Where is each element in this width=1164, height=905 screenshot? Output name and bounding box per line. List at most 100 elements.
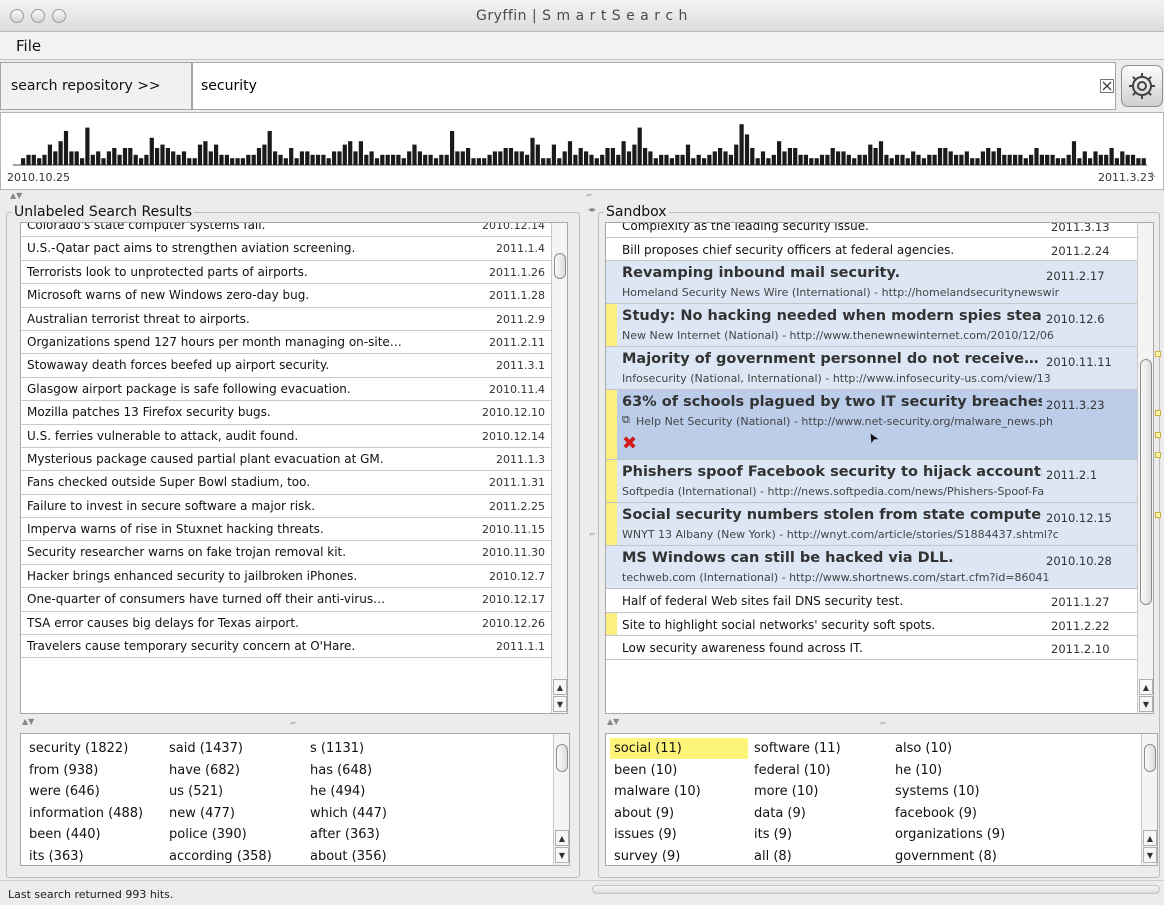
table-row[interactable]: Travelers cause temporary security conce… [21, 635, 567, 659]
word-count-item[interactable]: which (447) [306, 803, 387, 824]
table-row[interactable]: Security researcher warns on fake trojan… [21, 541, 567, 565]
word-counts-scrollbar[interactable]: ▲ ▼ [553, 734, 569, 865]
sandbox-row[interactable]: Study: No hacking needed when modern spi… [606, 304, 1153, 348]
search-input[interactable] [192, 62, 1116, 110]
word-count-item[interactable]: been (10) [610, 760, 677, 781]
sandbox-row[interactable]: MS Windows can still be hacked via DLL. 2… [606, 546, 1153, 590]
unlabeled-results-list[interactable]: Colorado's state computer systems fail. 2… [20, 222, 568, 714]
scroll-thumb[interactable] [554, 253, 566, 279]
word-count-item[interactable]: us (521) [165, 781, 223, 802]
scroll-down-arrow-icon[interactable]: ▼ [555, 847, 569, 863]
word-count-item[interactable]: its (9) [750, 824, 792, 845]
word-count-item[interactable]: social (11) [610, 738, 748, 759]
word-count-item[interactable]: information (488) [25, 803, 143, 824]
table-row[interactable]: Microsoft warns of new Windows zero-day … [21, 284, 567, 308]
word-count-item[interactable]: been (440) [25, 824, 101, 845]
word-count-item[interactable]: have (682) [165, 760, 240, 781]
timeline-end-handle-icon[interactable]: △ [1149, 169, 1155, 178]
table-row[interactable]: Terrorists look to unprotected parts of … [21, 260, 567, 285]
word-count-item[interactable]: he (10) [891, 760, 942, 781]
word-count-item[interactable]: security (1822) [25, 738, 128, 759]
table-row[interactable]: Imperva warns of rise in Stuxnet hacking… [21, 518, 567, 542]
word-count-item[interactable]: about (356) [306, 846, 387, 866]
word-count-item[interactable]: software (11) [750, 738, 841, 759]
word-counts-scrollbar[interactable]: ▲ ▼ [1141, 734, 1157, 865]
word-count-item[interactable]: also (10) [891, 738, 952, 759]
word-count-item[interactable]: more (10) [750, 781, 819, 802]
word-count-item[interactable]: s (1131) [306, 738, 364, 759]
splitter-grip-icon[interactable]: ⌐ [586, 191, 593, 200]
word-count-item[interactable]: survey (9) [610, 846, 680, 866]
table-row[interactable]: Stowaway death forces beefed up airport … [21, 354, 567, 378]
scroll-up-arrow-icon[interactable]: ▲ [553, 679, 567, 695]
table-row[interactable]: Glasgow airport package is safe followin… [21, 377, 567, 402]
word-count-item[interactable]: said (1437) [165, 738, 243, 759]
splitter-collapse-icon[interactable]: ◂▸ [588, 205, 596, 214]
settings-button[interactable] [1121, 65, 1163, 107]
word-count-item[interactable]: federal (10) [750, 760, 831, 781]
word-count-item[interactable]: after (363) [306, 824, 380, 845]
word-count-item[interactable]: about (9) [610, 803, 674, 824]
table-row[interactable]: U.S. ferries vulnerable to attack, audit… [21, 424, 567, 448]
table-row[interactable]: U.S.-Qatar pact aims to strengthen aviat… [21, 237, 567, 261]
sandbox-scrollbar[interactable]: ▲ ▼ [1137, 223, 1153, 713]
table-row[interactable]: Colorado's state computer systems fail. 2… [21, 223, 567, 238]
word-count-item[interactable]: organizations (9) [891, 824, 1005, 845]
table-row[interactable]: Failure to invest in secure software a m… [21, 494, 567, 519]
table-row[interactable]: Organizations spend 127 hours per month … [21, 330, 567, 355]
word-count-item[interactable]: data (9) [750, 803, 806, 824]
word-count-item[interactable]: all (8) [750, 846, 792, 866]
table-row[interactable]: TSA error causes big delays for Texas ai… [21, 611, 567, 636]
sandbox-row[interactable]: Low security awareness found across IT. 2… [606, 636, 1153, 660]
table-row[interactable]: Australian terrorist threat to airports.… [21, 307, 567, 331]
splitter-arrows-icon[interactable]: ▲▼ [10, 191, 22, 200]
unlabeled-results-scrollbar[interactable]: ▲ ▼ [551, 223, 567, 713]
left-splitter-arrows-icon[interactable]: ▲▼ [22, 717, 34, 726]
sandbox-splitter-grip-icon[interactable]: ⌐ [880, 719, 887, 728]
sandbox-row[interactable]: Half of federal Web sites fail DNS secur… [606, 589, 1153, 613]
sandbox-splitter-arrows-icon[interactable]: ▲▼ [607, 717, 619, 726]
table-row[interactable]: Fans checked outside Super Bowl stadium,… [21, 471, 567, 495]
word-count-item[interactable]: systems (10) [891, 781, 980, 802]
remove-icon[interactable]: ✖ [622, 433, 637, 454]
scroll-up-arrow-icon[interactable]: ▲ [1139, 679, 1153, 695]
word-count-item[interactable]: facebook (9) [891, 803, 977, 824]
word-count-item[interactable]: police (390) [165, 824, 247, 845]
sandbox-row[interactable]: 63% of schools plagued by two IT securit… [606, 390, 1153, 461]
unlabeled-word-counts[interactable]: security (1822) said (1437) s (1131) from (… [20, 733, 570, 866]
sandbox-word-counts[interactable]: social (11) software (11) also (10) been (1… [605, 733, 1158, 866]
word-count-item[interactable]: according (358) [165, 846, 272, 866]
clear-search-icon[interactable] [1100, 79, 1114, 93]
left-splitter-grip-icon[interactable]: ⌐ [290, 719, 297, 728]
word-count-item[interactable]: were (646) [25, 781, 100, 802]
table-row[interactable]: One-quarter of consumers have turned off… [21, 588, 567, 612]
external-link-icon[interactable]: ⧉ [622, 413, 630, 427]
word-count-item[interactable]: its (363) [25, 846, 84, 866]
scroll-down-arrow-icon[interactable]: ▼ [553, 696, 567, 712]
sandbox-row[interactable]: Majority of government personnel do not … [606, 347, 1153, 391]
sandbox-row[interactable]: Social security numbers stolen from stat… [606, 503, 1153, 547]
table-row[interactable]: Hacker brings enhanced security to jailb… [21, 564, 567, 589]
table-row[interactable]: Mozilla patches 13 Firefox security bugs… [21, 401, 567, 425]
word-count-item[interactable]: government (8) [891, 846, 997, 866]
sandbox-row[interactable]: Phishers spoof Facebook security to hija… [606, 460, 1153, 504]
sandbox-row[interactable]: Revamping inbound mail security. 2011.2.1… [606, 261, 1153, 305]
center-splitter-grip-icon[interactable]: ⌐ [589, 530, 596, 539]
sandbox-row[interactable]: Complexity as the leading security issue… [606, 223, 1153, 238]
word-count-item[interactable]: issues (9) [610, 824, 677, 845]
sandbox-list[interactable]: Complexity as the leading security issue… [605, 222, 1154, 714]
word-count-item[interactable]: he (494) [306, 781, 365, 802]
timeline-histogram[interactable]: 2010.10.25 2011.3.23 △ [0, 112, 1164, 190]
word-count-item[interactable]: malware (10) [610, 781, 701, 802]
scroll-thumb[interactable] [1144, 744, 1156, 772]
sandbox-row[interactable]: Bill proposes chief security officers at… [606, 237, 1153, 262]
scroll-down-arrow-icon[interactable]: ▼ [1139, 696, 1153, 712]
menu-file[interactable]: File [16, 37, 41, 55]
scroll-up-arrow-icon[interactable]: ▲ [1143, 830, 1157, 846]
scroll-up-arrow-icon[interactable]: ▲ [555, 830, 569, 846]
table-row[interactable]: Mysterious package caused partial plant … [21, 447, 567, 472]
scroll-thumb[interactable] [1140, 359, 1152, 605]
scroll-down-arrow-icon[interactable]: ▼ [1143, 847, 1157, 863]
word-count-item[interactable]: has (648) [306, 760, 372, 781]
scroll-thumb[interactable] [556, 744, 568, 772]
